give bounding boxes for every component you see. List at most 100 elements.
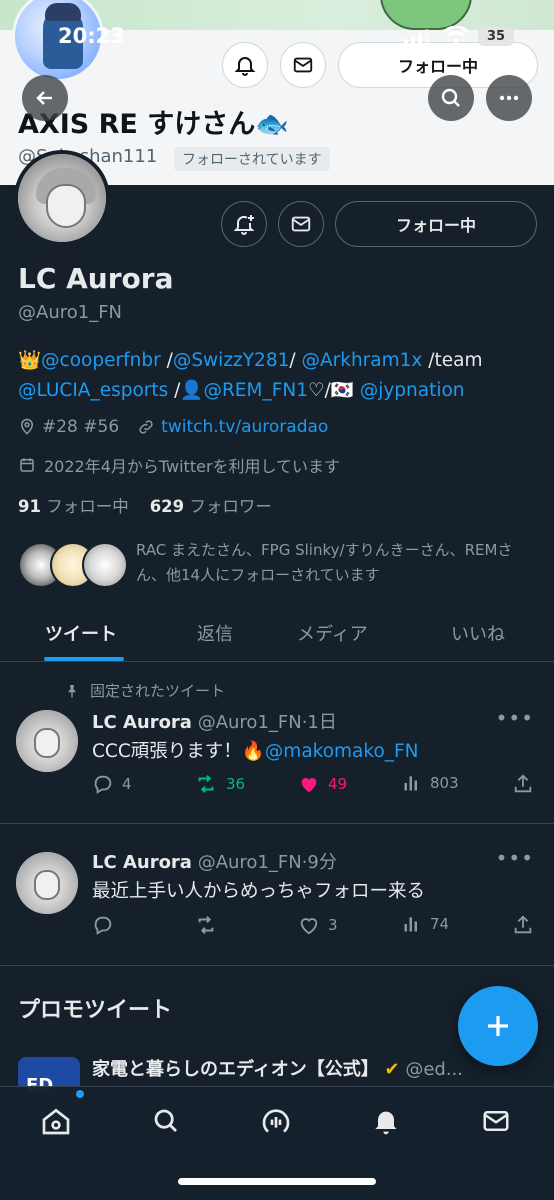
wifi-icon — [443, 26, 469, 44]
verified-badge-icon: ✔ — [384, 1059, 400, 1080]
location-icon — [20, 418, 34, 435]
profile-location-link-row: #28 #56 twitch.tv/auroradao — [18, 417, 328, 437]
share-button[interactable] — [512, 914, 534, 936]
nav-notifications[interactable] — [366, 1101, 406, 1141]
profile-handle: @Auro1_FN — [18, 302, 123, 323]
profile-location: #28 #56 — [42, 417, 120, 437]
back-arrow-icon — [36, 91, 52, 105]
reply-icon — [94, 775, 112, 794]
bio-mention[interactable]: @SwizzY281 — [173, 350, 290, 371]
share-icon — [514, 915, 532, 934]
bio-text: /👤 — [168, 380, 204, 401]
share-button[interactable] — [512, 773, 534, 795]
tweet-header: LC Aurora @Auro1_FN·9分 — [92, 848, 337, 874]
mail-icon — [291, 216, 311, 232]
bio-text: / — [160, 350, 173, 371]
tweet-author[interactable]: LC Aurora — [92, 852, 192, 873]
follow-counts: 91 フォロー中 629 フォロワー — [18, 493, 272, 517]
retweet-button[interactable] — [194, 914, 218, 936]
retweet-button[interactable]: 36 — [194, 773, 245, 795]
pinned-label: 固定されたツイート — [90, 682, 226, 700]
back-button[interactable] — [22, 75, 68, 121]
promo-author[interactable]: 家電と暮らしのエディオン【公式】 — [92, 1059, 379, 1080]
tweet-author[interactable]: LC Aurora — [92, 712, 192, 733]
tab-likes[interactable]: いいね — [451, 620, 505, 646]
retweet-icon — [198, 916, 214, 934]
following-link[interactable]: 91 フォロー中 — [18, 497, 129, 516]
bell-plus-icon — [233, 215, 255, 235]
reply-icon — [94, 916, 112, 935]
nav-messages[interactable] — [476, 1101, 516, 1141]
bio-mention[interactable]: @jypnation — [360, 380, 465, 401]
profile-link[interactable]: twitch.tv/auroradao — [161, 417, 328, 437]
profile-joined: 2022年4月からTwitterを利用しています — [44, 457, 341, 476]
search-icon — [154, 1109, 177, 1132]
tab-media[interactable]: メディア — [297, 620, 368, 646]
reply-button[interactable]: 4 — [92, 773, 132, 795]
tweet[interactable]: LC Aurora @Auro1_FN·9分 ••• 最近上手い人からめっちゃフ… — [0, 824, 554, 966]
tweet-text: CCC頑張ります！🔥@makomako_FN — [92, 741, 419, 762]
tweet-avatar[interactable] — [16, 710, 78, 772]
tweet-meta: @Auro1_FN·1日 — [197, 712, 337, 733]
tweet-mention[interactable]: @makomako_FN — [265, 741, 419, 762]
profile-name: LC Aurora — [18, 262, 174, 295]
profile-avatar[interactable] — [14, 150, 110, 246]
heart-icon — [300, 918, 318, 935]
status-bar: 20:23 35 — [0, 18, 554, 58]
home-unread-dot — [76, 1090, 84, 1098]
tweet-meta: @Auro1_FN·9分 — [197, 852, 337, 873]
notify-button[interactable] — [221, 201, 267, 247]
home-icon — [42, 1108, 70, 1135]
bio-mention[interactable]: @cooperfnbr — [41, 350, 161, 371]
search-button[interactable] — [428, 75, 474, 121]
tweet-text: 最近上手い人からめっちゃフォロー来る — [92, 881, 426, 902]
bio-mention[interactable]: @Arkhram1x — [301, 350, 422, 371]
like-button[interactable]: 3 — [298, 914, 338, 936]
like-button[interactable]: 49 — [298, 773, 347, 795]
retweet-icon — [198, 775, 214, 793]
active-tab-indicator — [44, 657, 124, 661]
nav-spaces[interactable] — [256, 1101, 296, 1141]
tab-replies[interactable]: 返信 — [197, 620, 233, 646]
views-button[interactable]: 74 — [402, 914, 449, 934]
search-icon — [441, 88, 460, 107]
followed-by-avatars[interactable] — [18, 542, 128, 590]
tweet-more-button[interactable]: ••• — [496, 706, 534, 730]
promoted-heading: プロモツイート — [18, 998, 173, 1023]
bio-mention[interactable]: @LUCIA_esports — [18, 380, 168, 401]
tab-tweets[interactable]: ツイート — [45, 620, 117, 646]
profile-tabs: ツイート 返信 メディア いいね — [0, 606, 554, 662]
bio-text: / — [289, 350, 302, 371]
following-button[interactable]: フォロー中 — [335, 201, 537, 247]
reply-button[interactable] — [92, 914, 114, 936]
battery-indicator: 35 — [478, 27, 514, 46]
bio-text: ♡/🇰🇷 — [307, 380, 360, 401]
tweet-more-button[interactable]: ••• — [496, 846, 534, 870]
bio-crown: 👑 — [18, 350, 42, 371]
tweet-header: LC Aurora @Auro1_FN·1日 — [92, 708, 337, 734]
tweet-actions: 3 74 — [92, 914, 538, 940]
tweet[interactable]: 固定されたツイート LC Aurora @Auro1_FN·1日 ••• CCC… — [0, 662, 554, 824]
compose-tweet-button[interactable] — [458, 986, 538, 1066]
nav-search[interactable] — [146, 1101, 186, 1141]
views-icon — [404, 917, 417, 932]
views-button[interactable]: 803 — [402, 773, 459, 793]
followers-link[interactable]: 629 フォロワー — [150, 497, 272, 516]
bio-mention[interactable]: @REM_FN1 — [203, 380, 308, 401]
promo-header: 家電と暮らしのエディオン【公式】 ✔ @ed... — [92, 1055, 463, 1081]
message-button[interactable] — [278, 201, 324, 247]
tweet-avatar[interactable] — [16, 852, 78, 914]
more-button[interactable] — [486, 75, 532, 121]
profile-bio: 👑@cooperfnbr /@SwizzY281/ @Arkhram1x /te… — [18, 346, 538, 406]
home-indicator[interactable] — [178, 1178, 376, 1185]
pinned-label-row: 固定されたツイート — [64, 680, 225, 701]
views-icon — [404, 776, 417, 791]
promo-handle: @ed... — [405, 1059, 463, 1080]
profile-joined-row: 2022年4月からTwitterを利用しています — [18, 453, 340, 477]
nav-home[interactable] — [36, 1101, 76, 1141]
followed-by-text[interactable]: RAC まえたさん、FPG Slinky/すりんきーさん、REMさん、他14人に… — [136, 538, 536, 588]
pin-icon — [68, 684, 76, 698]
bio-text: /team — [422, 350, 483, 371]
share-icon — [514, 774, 532, 793]
heart-icon — [301, 778, 317, 793]
